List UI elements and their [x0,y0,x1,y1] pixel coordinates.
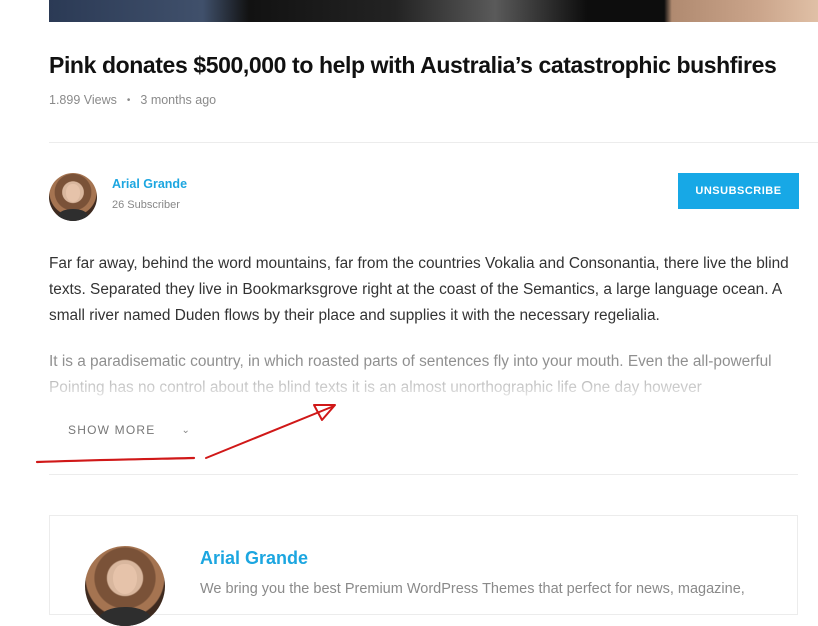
author-box-avatar[interactable] [85,546,165,626]
published-time: 3 months ago [140,93,217,107]
divider-top [49,142,818,143]
featured-image [49,0,818,22]
subscriber-count: 26 Subscriber [112,199,180,211]
chevron-down-icon: ⌄ [181,424,192,436]
unsubscribe-button[interactable]: UNSUBSCRIBE [678,173,799,209]
author-box-name[interactable]: Arial Grande [200,548,308,569]
article-title: Pink donates $500,000 to help with Austr… [49,52,777,78]
show-more-button[interactable]: SHOW MORE ⌄ [68,423,191,437]
article-meta: 1.899 Views • 3 months ago [49,93,216,107]
annotation-underline [35,456,196,464]
annotation-arrow-icon [205,404,336,459]
article-paragraph: Far far away, behind the word mountains,… [49,255,789,324]
article-paragraph-faded: It is a paradisematic country, in which … [49,349,809,401]
show-more-label: SHOW MORE [68,423,156,437]
divider-bottom [49,474,798,475]
meta-separator: • [126,94,131,106]
author-name[interactable]: Arial Grande [112,177,187,191]
view-count: 1.899 Views [49,93,117,107]
author-avatar[interactable] [49,173,97,221]
author-box-bio: We bring you the best Premium WordPress … [200,581,745,597]
